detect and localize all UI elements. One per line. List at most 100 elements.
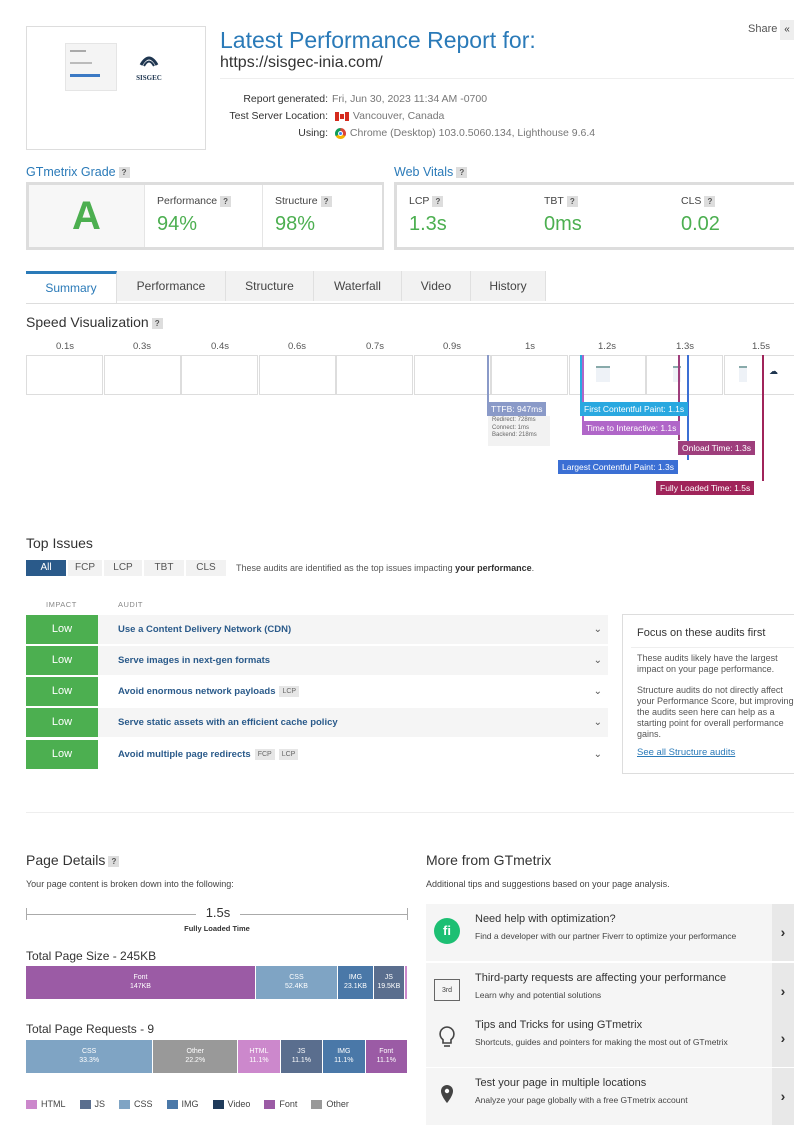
cls-label: CLS [681,195,702,207]
filmstrip-frame [414,355,491,395]
issue-row[interactable]: Low Use a Content Delivery Network (CDN)… [26,615,608,644]
share-button[interactable]: « [780,20,794,40]
chevron-down-icon[interactable]: ⌄ [594,677,602,706]
chevron-down-icon[interactable]: ⌄ [594,646,602,675]
page-details-subtitle: Your page content is broken down into th… [26,879,234,889]
audit-column-header: AUDIT [118,600,143,609]
tab-structure[interactable]: Structure [226,271,314,301]
fully-loaded-line [762,355,764,481]
lcp-label: LCP [409,195,430,207]
filter-cls[interactable]: CLS [186,560,226,576]
share-label[interactable]: Share [748,23,777,35]
top-issues-title: Top Issues [26,535,93,551]
help-icon[interactable]: ? [220,195,232,207]
tab-waterfall[interactable]: Waterfall [314,271,402,301]
filter-lcp[interactable]: LCP [104,560,142,576]
tab-performance[interactable]: Performance [117,271,226,301]
filter-fcp[interactable]: FCP [68,560,102,576]
lcp-marker: Largest Contentful Paint: 1.3s [558,460,678,474]
filmstrip-frame [181,355,258,395]
tab-video[interactable]: Video [402,271,471,301]
speed-visualization-title: Speed Visualization [26,314,149,330]
bar-segment-name: Font [379,1048,394,1055]
tab-history[interactable]: History [471,271,546,301]
gtmetrix-grade-heading: GTmetrix Grade? [26,165,130,179]
filter-tbt[interactable]: TBT [144,560,184,576]
page-size-bar: Font 147KB CSS 52.4KB IMG 23.1KB JS 19.5KB [26,966,408,999]
speed-visualization-heading: Speed Visualization? [26,314,163,330]
issue-row[interactable]: Low Serve images in next-gen formats ⌄ [26,646,608,675]
report-title: Latest Performance Report for: [220,27,536,53]
bar-segment-name: IMG [337,1048,351,1055]
audit-title[interactable]: Avoid multiple page redirects FCP LCP [118,740,299,769]
ttfb-connect: Connect: 1ms [492,424,530,431]
server-location-row: Test Server Location: Vancouver, Canada [206,110,786,122]
third-party-icon-text: 3rd [441,987,453,994]
filmstrip-frame: ☁ [724,355,794,395]
structure-score: Structure? 98% [262,185,382,247]
audit-title-text: Avoid multiple page redirects [118,749,251,760]
bar-segment: CSS 52.4KB [255,966,337,999]
tip-subtitle: Shortcuts, guides and pointers for makin… [475,1037,728,1047]
help-icon[interactable]: ? [151,317,163,329]
lightbulb-icon [434,1024,460,1050]
help-icon[interactable]: ? [118,167,130,179]
bar-segment: Font 11.1% [365,1040,407,1073]
cls-metric: CLS? 0.02 [669,185,794,247]
chevron-right-icon[interactable]: › [772,904,794,961]
chevron-down-icon[interactable]: ⌄ [594,740,602,769]
bar-segment-value: 11.1% [249,1057,269,1064]
focus-heading: Focus on these audits first [637,627,766,639]
audit-title[interactable]: Avoid enormous network payloads LCP [118,677,300,706]
help-icon[interactable]: ? [456,167,468,179]
cls-value: 0.02 [681,213,720,235]
performance-value: 94% [157,213,198,235]
bar-segment-value: 33.3% [79,1057,100,1064]
tip-title: Third-party requests are affecting your … [475,972,727,984]
tti-marker: Time to Interactive: 1.1s [582,421,681,435]
chevron-down-icon[interactable]: ⌄ [594,708,602,737]
audit-title[interactable]: Use a Content Delivery Network (CDN) [118,615,291,644]
tip-title: Need help with optimization? [475,913,616,925]
chevron-right-icon[interactable]: › [772,1010,794,1067]
chevron-right-icon[interactable]: › [772,1068,794,1125]
help-icon[interactable]: ? [320,195,332,207]
more-from-gtmetrix-title: More from GTmetrix [426,852,552,868]
canada-flag-icon [334,111,349,121]
filmstrip-frame [259,355,336,395]
help-icon[interactable]: ? [704,195,716,207]
top-issues-description-suffix: . [531,563,535,573]
issue-row[interactable]: Low Serve static assets with an efficien… [26,708,608,737]
issue-row[interactable]: Low Avoid multiple page redirects FCP LCP … [26,740,608,769]
tip-row-optimization-help[interactable]: fi Need help with optimization? Find a d… [426,904,794,961]
header-divider [220,78,794,79]
focus-divider [631,647,794,648]
help-icon[interactable]: ? [432,195,444,207]
more-from-gtmetrix-subtitle: Additional tips and suggestions based on… [426,879,670,889]
onload-marker: Onload Time: 1.3s [678,441,755,455]
tab-summary[interactable]: Summary [26,271,117,303]
fully-loaded-time-indicator: 1.5s [26,905,408,920]
issue-row[interactable]: Low Avoid enormous network payloads LCP ⌄ [26,677,608,706]
report-generated-value: Fri, Jun 30, 2023 11:34 AM -0700 [332,93,488,105]
fcp-marker: First Contentful Paint: 1.1s [580,402,689,416]
sisgec-logo-text: SISGEC [136,74,162,82]
impact-badge: Low [26,677,98,706]
lcp-value: 1.3s [409,213,447,235]
audit-title[interactable]: Serve static assets with an efficient ca… [118,708,338,737]
filter-all[interactable]: All [26,560,66,576]
see-all-structure-audits-link[interactable]: See all Structure audits [637,747,735,758]
help-icon[interactable]: ? [566,195,578,207]
bar-segment-value: 19.5KB [377,983,401,990]
filmstrip-frame [104,355,181,395]
page-requests-bar: CSS 33.3% Other 22.2% HTML 11.1% JS 11.1% IMG 11.… [26,1040,408,1073]
tbt-label: TBT [544,195,564,207]
help-icon[interactable]: ? [108,855,120,867]
bar-segment-value: 11.1% [376,1057,396,1064]
tip-row-tips-and-tricks[interactable]: Tips and Tricks for using GTmetrix Short… [426,1010,794,1067]
tip-row-multiple-locations[interactable]: Test your page in multiple locations Ana… [426,1068,794,1125]
filmstrip-frame [26,355,103,395]
chevron-down-icon[interactable]: ⌄ [594,615,602,644]
audit-title[interactable]: Serve images in next-gen formats [118,646,270,675]
chrome-icon [334,127,346,139]
